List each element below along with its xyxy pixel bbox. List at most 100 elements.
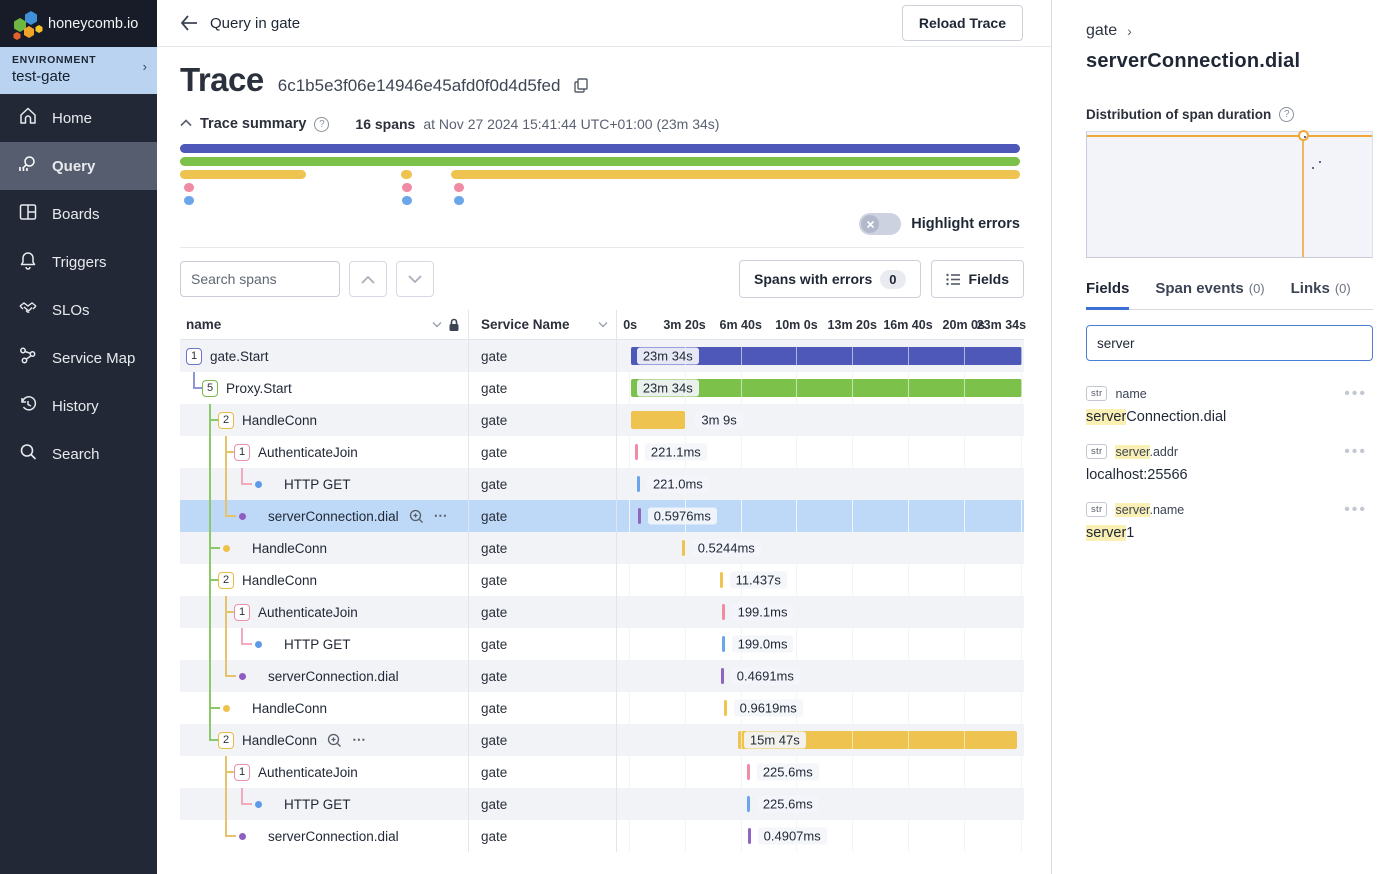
search-spans-input[interactable] — [180, 261, 340, 297]
span-name-label[interactable]: serverConnection.dial — [268, 509, 399, 524]
duration-tick[interactable] — [638, 508, 641, 524]
breadcrumb[interactable]: gate — [1086, 22, 1117, 40]
span-name-label[interactable]: HandleConn — [242, 573, 317, 588]
duration-tick[interactable] — [748, 828, 751, 844]
span-leaf-dot — [239, 673, 246, 680]
table-row[interactable]: serverConnection.dialgate0.4691ms — [180, 660, 1024, 692]
highlight-errors-label: Highlight errors — [911, 216, 1020, 232]
span-name-label[interactable]: Proxy.Start — [226, 381, 292, 396]
duration-tick[interactable] — [747, 796, 750, 812]
next-match-button[interactable] — [396, 261, 434, 297]
gridline-overlay — [852, 564, 853, 596]
table-row[interactable]: HTTP GETgate225.6ms — [180, 788, 1024, 820]
table-row[interactable]: serverConnection.dial⋯gate0.5976ms — [180, 500, 1024, 532]
minimap-row-indigo — [180, 144, 1020, 153]
sidebar-item-home[interactable]: Home — [0, 94, 157, 142]
tab-span-events[interactable]: Span events(0) — [1155, 280, 1264, 309]
duration-tick[interactable] — [722, 604, 725, 620]
table-row[interactable]: 1AuthenticateJoingate221.1ms — [180, 436, 1024, 468]
gridline-overlay — [796, 436, 797, 468]
tab-links[interactable]: Links(0) — [1291, 280, 1351, 309]
sidebar-item-query[interactable]: Query — [0, 142, 157, 190]
help-icon[interactable]: ? — [1279, 107, 1294, 122]
collapse-chevron-icon[interactable] — [180, 118, 192, 130]
span-name-label[interactable]: serverConnection.dial — [268, 829, 399, 844]
highlight-errors-toggle[interactable] — [859, 213, 901, 235]
gridline-overlay — [964, 660, 965, 692]
sidebar-item-slos[interactable]: SLOs — [0, 286, 157, 334]
help-icon[interactable]: ? — [314, 117, 329, 132]
environment-switcher[interactable]: ENVIRONMENT test-gate › — [0, 47, 157, 94]
gridline-overlay — [852, 532, 853, 564]
trace-minimap[interactable] — [180, 144, 1020, 205]
spans-with-errors-button[interactable]: Spans with errors 0 — [739, 260, 921, 298]
field-search-input[interactable] — [1086, 325, 1373, 361]
span-name-label[interactable]: serverConnection.dial — [268, 669, 399, 684]
span-count-badge: 1 — [186, 348, 202, 365]
span-name-cell: 5Proxy.Start — [180, 372, 468, 404]
span-name-label[interactable]: HandleConn — [252, 701, 327, 716]
span-name-label[interactable]: AuthenticateJoin — [258, 765, 358, 780]
span-duration-distribution-chart[interactable] — [1086, 131, 1373, 258]
duration-tick[interactable] — [720, 572, 723, 588]
table-row[interactable]: HTTP GETgate199.0ms — [180, 628, 1024, 660]
gridline-overlay — [964, 596, 965, 628]
copy-icon[interactable] — [574, 78, 588, 98]
reload-trace-button[interactable]: Reload Trace — [902, 5, 1023, 41]
duration-tick[interactable] — [635, 444, 638, 460]
zoom-in-icon[interactable] — [409, 509, 424, 524]
duration-tick[interactable] — [724, 700, 727, 716]
table-row[interactable]: 2HandleConn⋯gate15m 47s — [180, 724, 1024, 756]
duration-tick[interactable] — [747, 764, 750, 780]
sidebar-item-search[interactable]: Search — [0, 430, 157, 478]
prev-match-button[interactable] — [349, 261, 387, 297]
more-options-icon[interactable]: ⋯ — [352, 732, 367, 748]
tab-fields[interactable]: Fields — [1086, 280, 1129, 310]
span-name-label[interactable]: HandleConn — [242, 413, 317, 428]
span-name-label[interactable]: HandleConn — [242, 733, 317, 748]
span-name-label[interactable]: HTTP GET — [284, 477, 351, 492]
gridline-overlay — [741, 372, 742, 404]
column-header-name[interactable]: name — [180, 317, 468, 332]
span-name-label[interactable]: HTTP GET — [284, 797, 351, 812]
sidebar-item-triggers[interactable]: Triggers — [0, 238, 157, 286]
table-row[interactable]: 1gate.Startgate23m 34s — [180, 340, 1024, 372]
table-row[interactable]: serverConnection.dialgate0.4907ms — [180, 820, 1024, 852]
sidebar-item-history[interactable]: History — [0, 382, 157, 430]
gridline-overlay — [796, 500, 797, 532]
gridline-overlay — [685, 596, 686, 628]
table-row[interactable]: HandleConngate0.9619ms — [180, 692, 1024, 724]
back-link[interactable]: Query in gate — [180, 15, 300, 32]
sidebar-item-service-map[interactable]: Service Map — [0, 334, 157, 382]
sidebar-item-boards[interactable]: Boards — [0, 190, 157, 238]
span-name-label[interactable]: AuthenticateJoin — [258, 445, 358, 460]
span-row-content: HTTP GET — [180, 468, 351, 500]
chevron-down-icon[interactable] — [598, 321, 608, 328]
trace-summary-label[interactable]: Trace summary — [200, 116, 306, 132]
table-row[interactable]: 2HandleConngate3m 9s — [180, 404, 1024, 436]
duration-tick[interactable] — [637, 476, 640, 492]
table-row[interactable]: 1AuthenticateJoingate225.6ms — [180, 756, 1024, 788]
chevron-down-icon[interactable] — [432, 321, 442, 328]
column-header-service[interactable]: Service Name — [468, 310, 616, 339]
span-name-label[interactable]: HandleConn — [252, 541, 327, 556]
zoom-in-icon[interactable] — [327, 733, 342, 748]
span-name-label[interactable]: AuthenticateJoin — [258, 605, 358, 620]
duration-tick[interactable] — [722, 636, 725, 652]
table-row[interactable]: HandleConngate0.5244ms — [180, 532, 1024, 564]
waterfall-cell: 15m 47s — [616, 724, 1024, 756]
table-row[interactable]: HTTP GETgate221.0ms — [180, 468, 1024, 500]
span-name-label[interactable]: gate.Start — [210, 349, 269, 364]
table-row[interactable]: 5Proxy.Startgate23m 34s — [180, 372, 1024, 404]
table-row[interactable]: 1AuthenticateJoingate199.1ms — [180, 596, 1024, 628]
gridline-overlay — [852, 468, 853, 500]
duration-bar[interactable] — [631, 411, 686, 429]
duration-tick[interactable] — [721, 668, 724, 684]
fields-button[interactable]: Fields — [931, 260, 1024, 298]
gridline-overlay — [796, 596, 797, 628]
honeycomb-logo[interactable]: honeycomb.io — [0, 0, 157, 47]
table-row[interactable]: 2HandleConngate11.437s — [180, 564, 1024, 596]
span-name-label[interactable]: HTTP GET — [284, 637, 351, 652]
minimap-bar — [401, 170, 412, 179]
more-options-icon[interactable]: ⋯ — [434, 508, 449, 524]
